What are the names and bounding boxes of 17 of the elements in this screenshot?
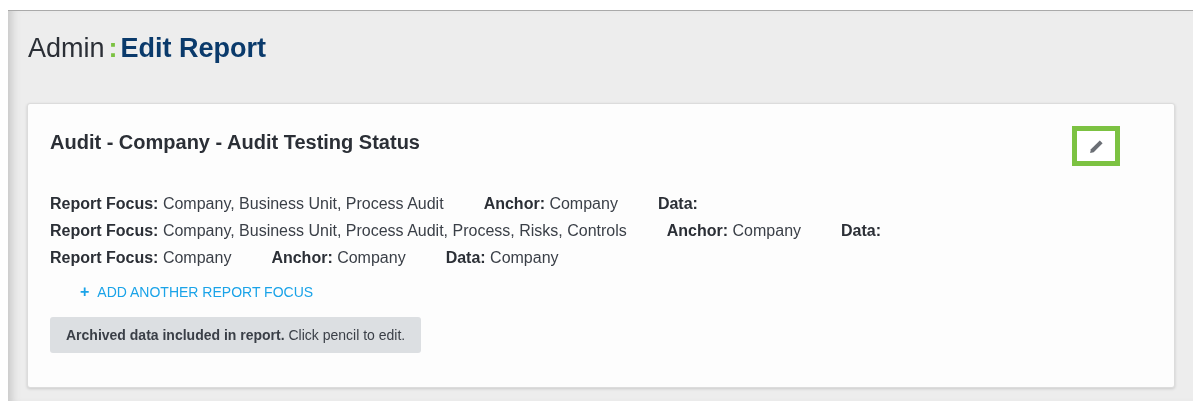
title-separator: : <box>108 33 118 64</box>
focus-field: Anchor: Company <box>271 249 406 267</box>
report-title: Audit - Company - Audit Testing Status <box>50 131 420 154</box>
pencil-icon <box>1088 138 1104 154</box>
focus-field: Report Focus: Company, Business Unit, Process Audit, Process, Risks, Controls <box>50 222 627 240</box>
focus-field: Data: Company <box>445 249 559 267</box>
page-title: Edit Report <box>120 33 267 64</box>
archived-note: Archived data included in report. Click pencil to edit. <box>50 317 422 353</box>
focus-field: Anchor: Company <box>666 222 802 240</box>
focus-field: Anchor: Company <box>483 195 618 213</box>
focus-field: Report Focus: Company, Business Unit, Process Audit <box>50 195 444 213</box>
section-title: Admin <box>28 33 105 64</box>
focus-field: Data: <box>657 195 698 213</box>
add-focus-link[interactable]: + ADD ANOTHER REPORT FOCUS <box>80 283 314 301</box>
focus-field: Data: <box>841 222 882 240</box>
edit-button[interactable] <box>1072 126 1120 166</box>
focus-field: Report Focus: Company <box>50 249 232 267</box>
